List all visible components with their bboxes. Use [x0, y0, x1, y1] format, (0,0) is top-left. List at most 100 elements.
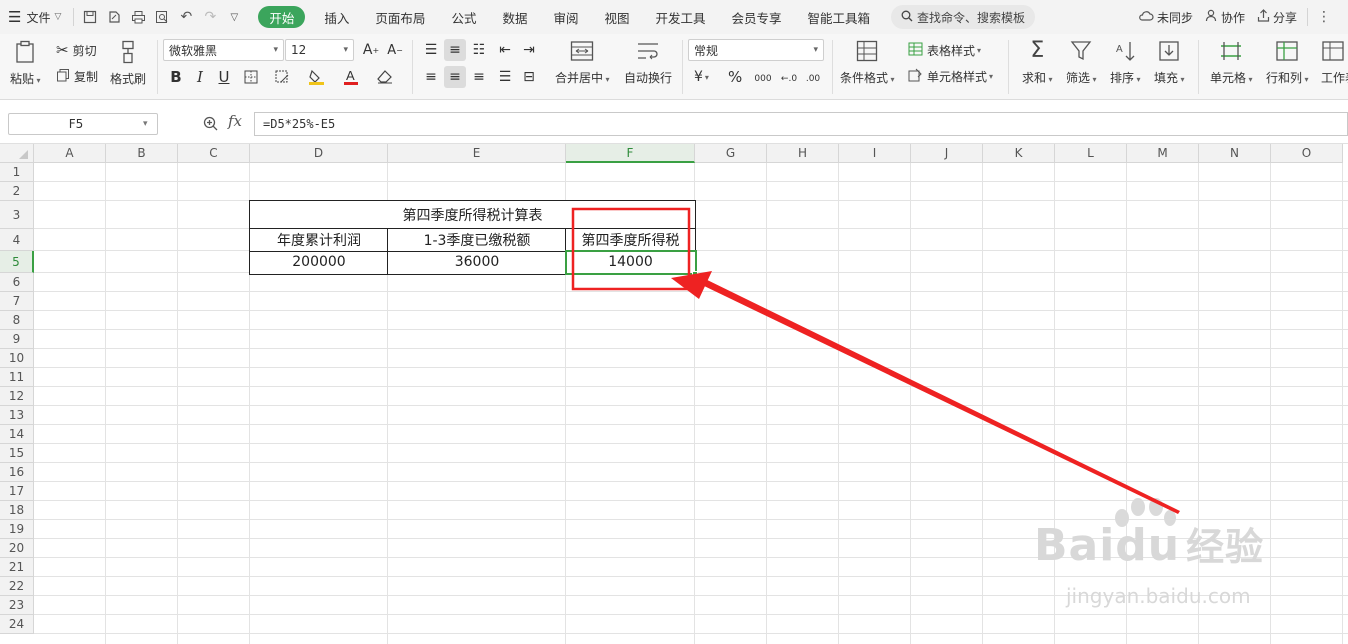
collab-label: 协作: [1220, 10, 1245, 25]
worksheet-button[interactable]: 工作表: [1321, 40, 1348, 86]
align-center-icon[interactable]: ≡: [444, 66, 466, 88]
save-icon[interactable]: [78, 5, 102, 29]
align-left-icon[interactable]: ≡: [420, 66, 442, 88]
name-box[interactable]: F5 ▾: [8, 113, 158, 135]
merge-cells-icon: [571, 41, 594, 61]
share-label: 分享: [1272, 10, 1297, 25]
align-middle-icon[interactable]: ≡: [444, 39, 466, 61]
filter-button[interactable]: 筛选 ▾: [1066, 40, 1097, 86]
cell-icon: [1221, 42, 1242, 60]
fill-color-icon[interactable]: [306, 66, 328, 88]
tab-data[interactable]: 数据: [489, 0, 540, 34]
align-right-icon[interactable]: ≡: [468, 66, 490, 88]
font-name-select[interactable]: 微软雅黑 ▾: [163, 39, 284, 61]
font-size-value: 12: [291, 43, 307, 57]
tab-view[interactable]: 视图: [591, 0, 642, 34]
export-icon[interactable]: [102, 5, 126, 29]
chevron-down-icon: ▾: [989, 72, 994, 81]
font-color-icon[interactable]: A: [340, 66, 362, 88]
conditional-format-icon: [857, 40, 878, 62]
align-bottom-icon[interactable]: ☷: [468, 39, 490, 61]
divider: [682, 40, 683, 94]
tab-home[interactable]: 开始: [258, 6, 306, 28]
wrap-text-button[interactable]: 自动换行: [624, 40, 672, 86]
svg-text:A: A: [1116, 44, 1123, 55]
decrease-font-icon[interactable]: A −: [384, 39, 406, 61]
number-format-value: 常规: [694, 43, 719, 58]
clear-format-icon[interactable]: [374, 66, 396, 88]
chevron-down-icon: ▾: [1302, 75, 1309, 84]
italic-icon[interactable]: I: [189, 66, 211, 88]
copy-button[interactable]: 复制: [56, 68, 98, 85]
table-style-label: 表格样式: [927, 44, 976, 58]
sync-status[interactable]: 未同步: [1132, 0, 1199, 34]
decrease-decimal-icon[interactable]: .00: [802, 68, 824, 90]
spreadsheet-grid[interactable]: ABCDEFGHIJKLMNO 1 2 3 4 5 6 7 8 9 10 11 12 13 14 15 16 1…: [0, 144, 1348, 644]
collab-button[interactable]: 协作: [1199, 0, 1251, 34]
increase-font-icon[interactable]: A +: [360, 39, 382, 61]
divider: [1307, 8, 1308, 26]
tab-formulas[interactable]: 公式: [438, 0, 489, 34]
zoom-icon[interactable]: [200, 113, 220, 133]
tab-smart-toolbox[interactable]: 智能工具箱: [795, 0, 884, 34]
cell-button[interactable]: 单元格 ▾: [1210, 40, 1253, 86]
file-menu[interactable]: ☰ 文件 ▽: [0, 0, 69, 34]
chevron-down-icon: ▾: [977, 46, 982, 55]
row-col-button[interactable]: 行和列 ▾: [1266, 40, 1309, 86]
tab-review[interactable]: 审阅: [540, 0, 591, 34]
share-button[interactable]: 分享: [1251, 0, 1303, 34]
thousands-separator-icon[interactable]: 000: [752, 68, 774, 90]
fill-button[interactable]: 填充 ▾: [1154, 40, 1185, 86]
sync-label: 未同步: [1156, 10, 1193, 25]
formula-input[interactable]: =D5*25%-E5: [254, 112, 1348, 136]
fill-pattern-icon[interactable]: [272, 66, 294, 88]
decrease-indent-icon[interactable]: ⇤: [494, 39, 516, 61]
bold-icon[interactable]: B: [165, 66, 187, 88]
underline-icon[interactable]: U: [213, 66, 235, 88]
tab-member[interactable]: 会员专享: [719, 0, 795, 34]
print-preview-icon[interactable]: [150, 5, 174, 29]
divider: [1198, 40, 1199, 94]
merge-center-button[interactable]: 合并居中 ▾: [555, 40, 610, 86]
increase-decimal-icon[interactable]: ←.0: [778, 68, 800, 90]
border-icon[interactable]: [240, 66, 262, 88]
fill-label: 填充: [1154, 71, 1179, 85]
chevron-down-icon: ▾: [603, 75, 610, 84]
sum-button[interactable]: Σ 求和 ▾: [1022, 40, 1053, 86]
cell-style-button[interactable]: 单元格样式 ▾: [908, 68, 993, 85]
cloud-icon: [1138, 10, 1154, 25]
currency-icon: ¥: [694, 69, 703, 85]
redo-icon[interactable]: ↷: [198, 5, 222, 29]
paste-button[interactable]: 粘贴 ▾: [10, 40, 41, 87]
align-top-icon[interactable]: ☰: [420, 39, 442, 61]
chevron-down-icon: ▽: [54, 12, 62, 22]
format-painter-button[interactable]: 格式刷: [110, 40, 146, 87]
more-options-icon[interactable]: ⋮: [1312, 5, 1336, 29]
table-style-button[interactable]: 表格样式 ▾: [908, 42, 981, 59]
conditional-format-button[interactable]: 条件格式 ▾: [840, 40, 895, 86]
command-search[interactable]: 查找命令、搜索模板: [891, 5, 1036, 29]
menu-bar: ☰ 文件 ▽ ↶ ↷ ▽ 开始 插入 页面布局 公式 数据 审阅 视图 开发工具…: [0, 0, 1348, 34]
justify-icon[interactable]: ☰: [494, 66, 516, 88]
print-icon[interactable]: [126, 5, 150, 29]
tab-insert[interactable]: 插入: [311, 0, 362, 34]
share-icon: [1257, 9, 1270, 25]
tab-developer[interactable]: 开发工具: [643, 0, 719, 34]
cut-button[interactable]: ✂ 剪切: [56, 41, 97, 59]
cell-style-icon: [908, 68, 923, 85]
undo-icon[interactable]: ↶: [174, 5, 198, 29]
chevron-down-icon: ▾: [143, 119, 148, 129]
fx-icon[interactable]: fx: [228, 112, 242, 130]
number-format-select[interactable]: 常规 ▾: [688, 39, 824, 61]
tab-page-layout[interactable]: 页面布局: [362, 0, 438, 34]
currency-button[interactable]: ¥ ▾: [694, 69, 709, 85]
quick-access-more-icon[interactable]: ▽: [222, 5, 246, 29]
increase-indent-icon[interactable]: ⇥: [518, 39, 540, 61]
font-size-select[interactable]: 12 ▾: [285, 39, 354, 61]
chevron-down-icon: ▾: [888, 75, 895, 84]
distribute-icon[interactable]: ⊟: [518, 66, 540, 88]
wrap-text-icon: [638, 43, 658, 60]
sort-icon: A: [1116, 42, 1135, 61]
percent-button[interactable]: %: [728, 68, 742, 86]
sort-button[interactable]: A 排序 ▾: [1110, 40, 1141, 86]
